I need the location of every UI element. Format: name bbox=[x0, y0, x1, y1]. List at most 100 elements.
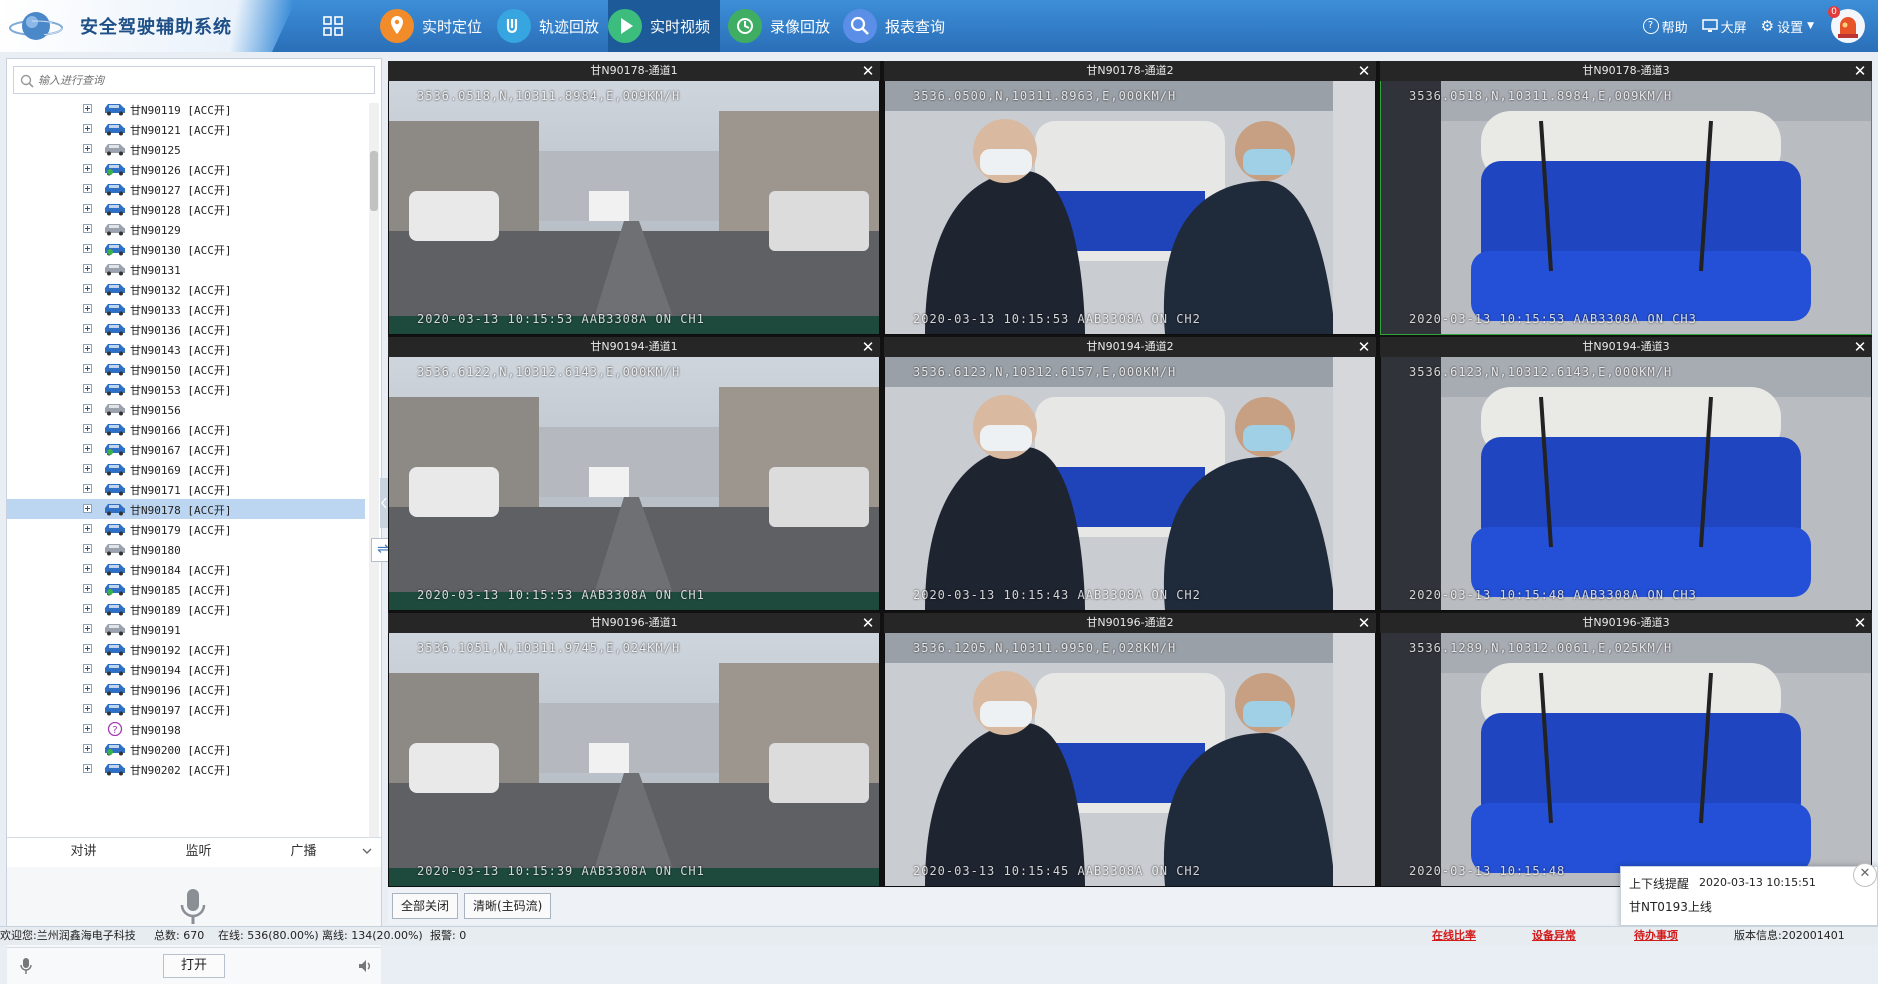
nav-item-4[interactable]: 报表查询 bbox=[843, 0, 953, 52]
tree-row[interactable]: 甘N90178 [ACC开] bbox=[7, 499, 365, 519]
expand-icon[interactable] bbox=[83, 504, 92, 513]
tree-row[interactable]: 甘N90128 [ACC开] bbox=[7, 199, 365, 219]
close-all-button[interactable]: 全部关闭 bbox=[392, 893, 459, 919]
video-feed[interactable]: 3536.1289,N,10312.0061,E,025KM/H 2020-03-… bbox=[1381, 633, 1871, 886]
expand-icon[interactable] bbox=[83, 584, 92, 593]
collapse-arrow-icon[interactable] bbox=[380, 478, 388, 528]
close-icon[interactable]: ✕ bbox=[1853, 863, 1877, 887]
tab-monitor[interactable]: 监听 bbox=[146, 838, 251, 868]
tree-row[interactable]: 甘N90153 [ACC开] bbox=[7, 379, 365, 399]
expand-icon[interactable] bbox=[83, 524, 92, 533]
tree-row[interactable]: 甘N90167 [ACC开] bbox=[7, 439, 365, 459]
tree-row[interactable]: 甘N90180 bbox=[7, 539, 365, 559]
video-tile[interactable]: 甘N90194-通道2 ✕ 3536.6123,N,10312.6157,E,000… bbox=[884, 337, 1376, 611]
video-feed[interactable]: 3536.1051,N,10311.9745,E,024KM/H 2020-03-… bbox=[389, 633, 879, 886]
expand-icon[interactable] bbox=[83, 664, 92, 673]
expand-icon[interactable] bbox=[83, 684, 92, 693]
tree-row[interactable]: 甘N90179 [ACC开] bbox=[7, 519, 365, 539]
tree-row[interactable]: 甘N90197 [ACC开] bbox=[7, 699, 365, 719]
search-input[interactable] bbox=[34, 72, 374, 88]
close-icon[interactable]: ✕ bbox=[1356, 61, 1372, 81]
tree-row[interactable]: 甘N90192 [ACC开] bbox=[7, 639, 365, 659]
expand-icon[interactable] bbox=[83, 364, 92, 373]
video-feed[interactable]: 3536.0500,N,10311.8963,E,000KM/H 2020-03-… bbox=[885, 81, 1375, 334]
settings-button[interactable]: ⚙ 设置 ▼ bbox=[1761, 17, 1814, 36]
expand-icon[interactable] bbox=[83, 624, 92, 633]
video-feed[interactable]: 3536.6123,N,10312.6143,E,000KM/H 2020-03-… bbox=[1381, 357, 1871, 610]
tree-row[interactable]: 甘N90185 [ACC开] bbox=[7, 579, 365, 599]
tree-row[interactable]: 甘N90194 [ACC开] bbox=[7, 659, 365, 679]
nav-item-0[interactable]: 实时定位 bbox=[380, 0, 488, 52]
tree-row[interactable]: 甘N90200 [ACC开] bbox=[7, 739, 365, 759]
expand-icon[interactable] bbox=[83, 284, 92, 293]
video-tile[interactable]: 甘N90194-通道3 ✕ 3536.6123,N,10312.6143,E,000… bbox=[1380, 337, 1872, 611]
expand-icon[interactable] bbox=[83, 404, 92, 413]
help-button[interactable]: ? 帮助 bbox=[1642, 17, 1688, 36]
close-icon[interactable]: ✕ bbox=[860, 337, 876, 357]
video-feed[interactable]: 3536.6122,N,10312.6143,E,000KM/H 2020-03-… bbox=[389, 357, 879, 610]
tab-broadcast[interactable]: 广播 bbox=[251, 838, 356, 868]
tree-row[interactable]: 甘N90133 [ACC开] bbox=[7, 299, 365, 319]
expand-icon[interactable] bbox=[83, 724, 92, 733]
video-feed[interactable]: 3536.6123,N,10312.6157,E,000KM/H 2020-03-… bbox=[885, 357, 1375, 610]
close-icon[interactable]: ✕ bbox=[1852, 61, 1868, 81]
close-icon[interactable]: ✕ bbox=[1356, 337, 1372, 357]
video-tile[interactable]: 甘N90178-通道1 ✕ 3536.0518,N,10311.8984,E,009… bbox=[388, 61, 880, 335]
tree-row[interactable]: ? 甘N90198 bbox=[7, 719, 365, 739]
video-tile[interactable]: 甘N90178-通道3 ✕ 3536.0518,N,10311.8984,E,009… bbox=[1380, 61, 1872, 335]
microphone-small-icon[interactable] bbox=[19, 957, 33, 975]
panel-splitter[interactable] bbox=[380, 58, 388, 927]
tree-row[interactable]: 甘N90150 [ACC开] bbox=[7, 359, 365, 379]
todo-link[interactable]: 待办事项 bbox=[1634, 927, 1678, 944]
microphone-icon[interactable] bbox=[177, 887, 209, 927]
tree-row[interactable]: 甘N90171 [ACC开] bbox=[7, 479, 365, 499]
tree-row[interactable]: 甘N90196 [ACC开] bbox=[7, 679, 365, 699]
tree-row[interactable]: 甘N90169 [ACC开] bbox=[7, 459, 365, 479]
expand-icon[interactable] bbox=[83, 104, 92, 113]
video-tile[interactable]: 甘N90194-通道1 ✕ 3536.6122,N,10312.6143,E,000… bbox=[388, 337, 880, 611]
alarm-button[interactable]: 0 bbox=[1828, 6, 1866, 44]
video-feed[interactable]: 3536.1205,N,10311.9950,E,028KM/H 2020-03-… bbox=[885, 633, 1375, 886]
tree-row[interactable]: 甘N90121 [ACC开] bbox=[7, 119, 365, 139]
tree-row[interactable]: 甘N90125 bbox=[7, 139, 365, 159]
expand-icon[interactable] bbox=[83, 344, 92, 353]
expand-icon[interactable] bbox=[83, 744, 92, 753]
tree-row[interactable]: 甘N90131 bbox=[7, 259, 365, 279]
tree-scrollbar[interactable] bbox=[369, 103, 379, 837]
speaker-icon[interactable] bbox=[357, 958, 373, 974]
close-icon[interactable]: ✕ bbox=[860, 61, 876, 81]
video-feed[interactable]: 3536.0518,N,10311.8984,E,009KM/H 2020-03-… bbox=[389, 81, 879, 334]
tree-row[interactable]: 甘N90126 [ACC开] bbox=[7, 159, 365, 179]
expand-icon[interactable] bbox=[83, 484, 92, 493]
nav-item-3[interactable]: 录像回放 bbox=[728, 0, 836, 52]
tree-row[interactable]: 甘N90136 [ACC开] bbox=[7, 319, 365, 339]
online-rate-link[interactable]: 在线比率 bbox=[1432, 927, 1476, 944]
tree-row[interactable]: 甘N90143 [ACC开] bbox=[7, 339, 365, 359]
expand-icon[interactable] bbox=[83, 304, 92, 313]
expand-icon[interactable] bbox=[83, 164, 92, 173]
expand-icon[interactable] bbox=[83, 184, 92, 193]
expand-icon[interactable] bbox=[83, 204, 92, 213]
tree-row[interactable]: 甘N90166 [ACC开] bbox=[7, 419, 365, 439]
tree-row[interactable]: 甘N90184 [ACC开] bbox=[7, 559, 365, 579]
tab-intercom[interactable]: 对讲 bbox=[31, 838, 136, 870]
device-error-link[interactable]: 设备异常 bbox=[1532, 927, 1576, 944]
tree-row[interactable]: 甘N90127 [ACC开] bbox=[7, 179, 365, 199]
tree-row[interactable]: 甘N90202 [ACC开] bbox=[7, 759, 365, 779]
expand-icon[interactable] bbox=[83, 764, 92, 773]
tree-row[interactable]: 甘N90156 bbox=[7, 399, 365, 419]
scroll-thumb[interactable] bbox=[370, 151, 378, 211]
expand-icon[interactable] bbox=[83, 144, 92, 153]
nav-item-1[interactable]: 轨迹回放 bbox=[497, 0, 601, 52]
expand-icon[interactable] bbox=[83, 124, 92, 133]
close-icon[interactable]: ✕ bbox=[1852, 613, 1868, 633]
expand-icon[interactable] bbox=[83, 444, 92, 453]
tree-row[interactable]: 甘N90130 [ACC开] bbox=[7, 239, 365, 259]
tree-row[interactable]: 甘N90132 [ACC开] bbox=[7, 279, 365, 299]
nav-item-2[interactable]: 实时视频 bbox=[608, 0, 720, 52]
bigscreen-button[interactable]: 大屏 bbox=[1701, 17, 1747, 36]
expand-icon[interactable] bbox=[83, 244, 92, 253]
expand-icon[interactable] bbox=[83, 464, 92, 473]
close-icon[interactable]: ✕ bbox=[1356, 613, 1372, 633]
expand-icon[interactable] bbox=[83, 604, 92, 613]
